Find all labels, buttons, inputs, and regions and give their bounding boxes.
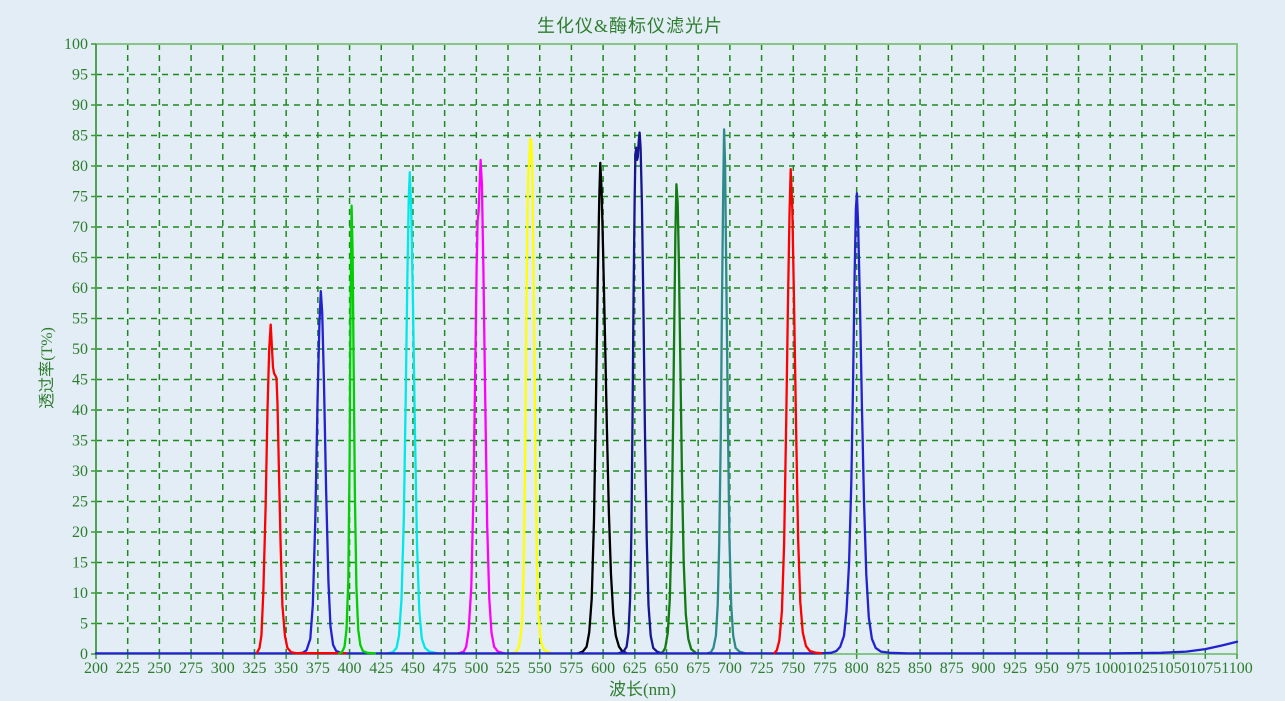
x-tick-label: 1100 xyxy=(1221,660,1252,677)
x-tick-label: 900 xyxy=(971,660,995,677)
series-line-750nm-filter xyxy=(774,169,821,653)
x-tick-label: 700 xyxy=(718,660,742,677)
x-tick-label: 1050 xyxy=(1158,660,1190,677)
y-tick-label: 55 xyxy=(72,311,88,328)
x-tick-label: 250 xyxy=(147,660,171,677)
x-tick-label: 450 xyxy=(401,660,425,677)
x-tick-label: 225 xyxy=(116,660,140,677)
series-line-505nm-filter xyxy=(459,160,505,654)
x-tick-label: 725 xyxy=(750,660,774,677)
x-tick-label: 325 xyxy=(242,660,266,677)
series-line-630nm-filter xyxy=(618,133,661,654)
y-tick-label: 25 xyxy=(72,494,88,511)
x-tick-label: 575 xyxy=(559,660,583,677)
x-tick-label: 425 xyxy=(369,660,393,677)
x-tick-label: 375 xyxy=(306,660,330,677)
y-tick-label: 70 xyxy=(72,219,88,236)
y-tick-label: 10 xyxy=(72,585,88,602)
y-tick-label: 35 xyxy=(72,433,88,450)
x-tick-label: 775 xyxy=(813,660,837,677)
x-tick-label: 350 xyxy=(274,660,298,677)
x-tick-label: 825 xyxy=(876,660,900,677)
series-line-660nm-filter xyxy=(659,184,696,653)
series-line-600nm-filter xyxy=(578,163,626,654)
x-tick-label: 950 xyxy=(1035,660,1059,677)
series-line-340nm-filter xyxy=(257,325,346,653)
series-line-405nm-filter xyxy=(339,206,375,654)
chart-page: 生化仪&酶标仪滤光片 透过率(T%) 波长(nm) 20022525027530… xyxy=(0,0,1285,701)
series-line-378nm-filter xyxy=(296,291,346,653)
y-tick-label: 100 xyxy=(64,36,88,53)
y-tick-label: 5 xyxy=(80,616,88,633)
x-tick-label: 300 xyxy=(211,660,235,677)
y-tick-label: 20 xyxy=(72,524,88,541)
y-tick-label: 45 xyxy=(72,372,88,389)
series-line-545nm-filter xyxy=(512,139,553,654)
x-tick-label: 750 xyxy=(781,660,805,677)
chart-canvas: 2002252502753003253503754004254504755005… xyxy=(0,0,1285,701)
y-tick-label: 15 xyxy=(72,555,88,572)
x-tick-label: 525 xyxy=(496,660,520,677)
series-line-700nm-filter xyxy=(707,129,745,653)
x-tick-label: 875 xyxy=(940,660,964,677)
x-tick-label: 800 xyxy=(845,660,869,677)
y-tick-label: 30 xyxy=(72,463,88,480)
x-tick-label: 500 xyxy=(464,660,488,677)
x-tick-label: 925 xyxy=(1003,660,1027,677)
y-tick-label: 0 xyxy=(80,646,88,663)
x-tick-label: 475 xyxy=(433,660,457,677)
x-tick-label: 400 xyxy=(338,660,362,677)
y-tick-label: 95 xyxy=(72,67,88,84)
x-tick-label: 625 xyxy=(623,660,647,677)
y-tick-label: 75 xyxy=(72,189,88,206)
x-tick-label: 600 xyxy=(591,660,615,677)
x-tick-label: 975 xyxy=(1067,660,1091,677)
x-tick-label: 675 xyxy=(686,660,710,677)
y-tick-label: 85 xyxy=(72,128,88,145)
y-tick-label: 65 xyxy=(72,250,88,267)
y-tick-label: 40 xyxy=(72,402,88,419)
y-tick-label: 80 xyxy=(72,158,88,175)
y-tick-label: 60 xyxy=(72,280,88,297)
x-tick-label: 850 xyxy=(908,660,932,677)
x-tick-label: 550 xyxy=(528,660,552,677)
x-tick-label: 650 xyxy=(655,660,679,677)
x-tick-label: 1000 xyxy=(1094,660,1126,677)
x-tick-label: 1075 xyxy=(1189,660,1221,677)
x-tick-label: 275 xyxy=(179,660,203,677)
y-tick-label: 50 xyxy=(72,341,88,358)
y-tick-label: 90 xyxy=(72,97,88,114)
x-tick-label: 1025 xyxy=(1126,660,1158,677)
